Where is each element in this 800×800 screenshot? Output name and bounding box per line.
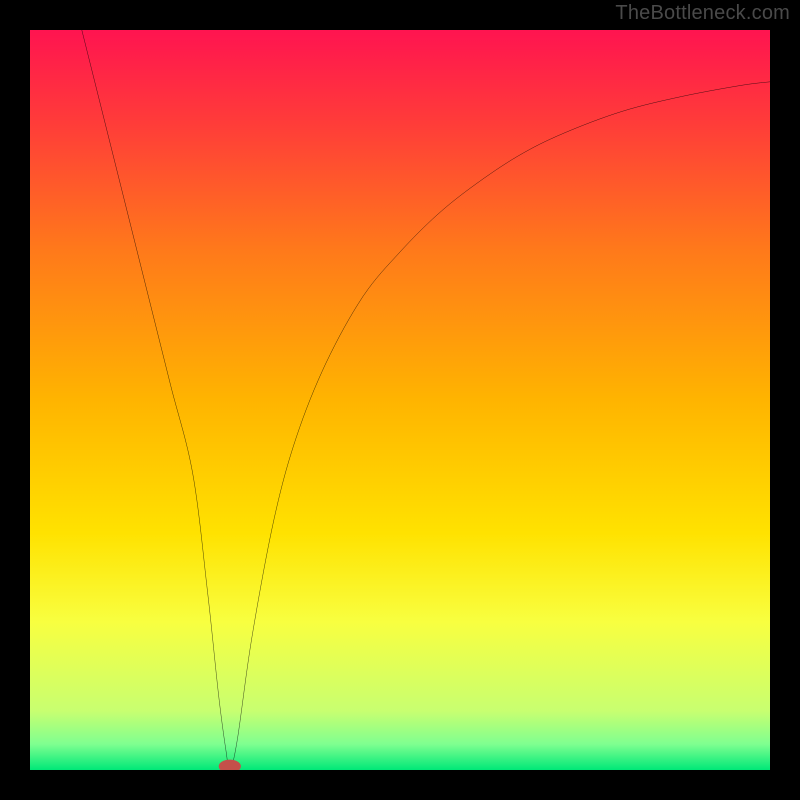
min-marker xyxy=(219,760,241,770)
plot-area xyxy=(30,30,770,770)
bottleneck-curve xyxy=(82,30,770,770)
chart-frame: TheBottleneck.com xyxy=(0,0,800,800)
curve-layer xyxy=(30,30,770,770)
watermark-text: TheBottleneck.com xyxy=(615,2,790,25)
